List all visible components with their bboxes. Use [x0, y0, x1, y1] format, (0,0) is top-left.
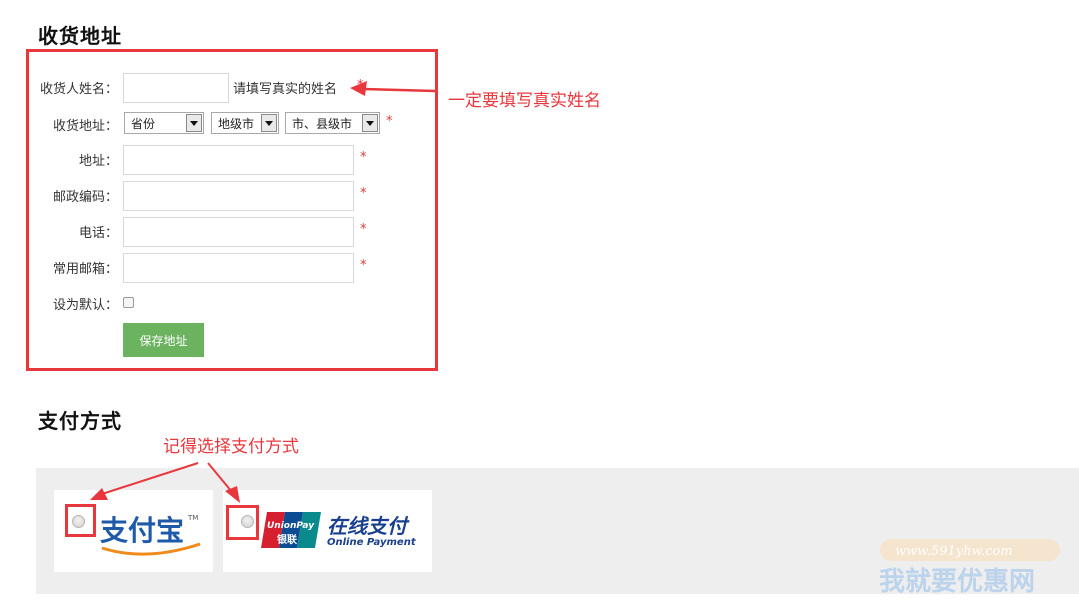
default-label: 设为默认：	[52, 298, 118, 313]
chevron-down-icon	[186, 114, 202, 132]
watermark-brand: 我就要优惠网	[879, 567, 1035, 597]
city-select[interactable]: 地级市	[211, 112, 279, 134]
payment-section-title: 支付方式	[38, 409, 122, 433]
unionpay-badge-logo: UnionPay 银联	[261, 512, 321, 548]
phone-label: 电话：	[78, 226, 118, 241]
email-label: 常用邮箱：	[52, 262, 118, 277]
county-select[interactable]: 市、县级市	[285, 112, 380, 134]
unionpay-badge-bottom: 银联	[277, 533, 297, 546]
alipay-logo-text: 支付宝	[100, 514, 184, 547]
chevron-down-icon	[362, 114, 378, 132]
chevron-down-icon	[261, 114, 277, 132]
highlight-frame-unionpay-radio	[226, 505, 259, 540]
province-select-value: 省份	[131, 116, 156, 131]
postcode-label: 邮政编码：	[52, 190, 118, 205]
required-star: *	[360, 258, 367, 273]
name-label: 收货人姓名：	[39, 82, 118, 97]
required-star: *	[360, 150, 367, 165]
save-address-button[interactable]: 保存地址	[123, 323, 204, 357]
default-checkbox[interactable]	[123, 297, 134, 308]
watermark: www.591yhw.com 我就要优惠网	[865, 534, 1079, 598]
alipay-logo: 支付宝 TM	[100, 514, 201, 556]
annotation-payment-note: 记得选择支付方式	[163, 437, 299, 457]
unionpay-logo-title: 在线支付	[327, 514, 407, 538]
address-label: 地址：	[78, 154, 118, 169]
email-input[interactable]	[123, 253, 354, 283]
address-section-title: 收货地址	[38, 24, 122, 48]
address-input[interactable]	[123, 145, 354, 175]
annotation-arrows-payment	[90, 462, 240, 503]
postcode-input[interactable]	[123, 181, 354, 211]
annotation-name-note: 一定要填写真实姓名	[448, 91, 601, 111]
required-star: *	[360, 222, 367, 237]
region-label: 收货地址：	[52, 119, 118, 134]
county-select-value: 市、县级市	[292, 116, 353, 131]
name-input[interactable]	[123, 73, 229, 103]
phone-input[interactable]	[123, 217, 354, 247]
annotation-arrow-name	[350, 81, 436, 96]
watermark-url: www.591yhw.com	[895, 544, 1013, 559]
city-select-value: 地级市	[218, 116, 255, 131]
watermark-logo: www.591yhw.com 我就要优惠网	[879, 539, 1060, 597]
required-star: *	[386, 114, 393, 129]
name-hint: 请填写真实的姓名	[233, 82, 338, 97]
unionpay-logo-subtitle: Online Payment	[327, 537, 416, 548]
province-select[interactable]: 省份	[124, 112, 204, 134]
alipay-logo-tm: TM	[187, 514, 198, 522]
unionpay-badge-top: UnionPay	[267, 521, 315, 531]
required-star: *	[360, 186, 367, 201]
